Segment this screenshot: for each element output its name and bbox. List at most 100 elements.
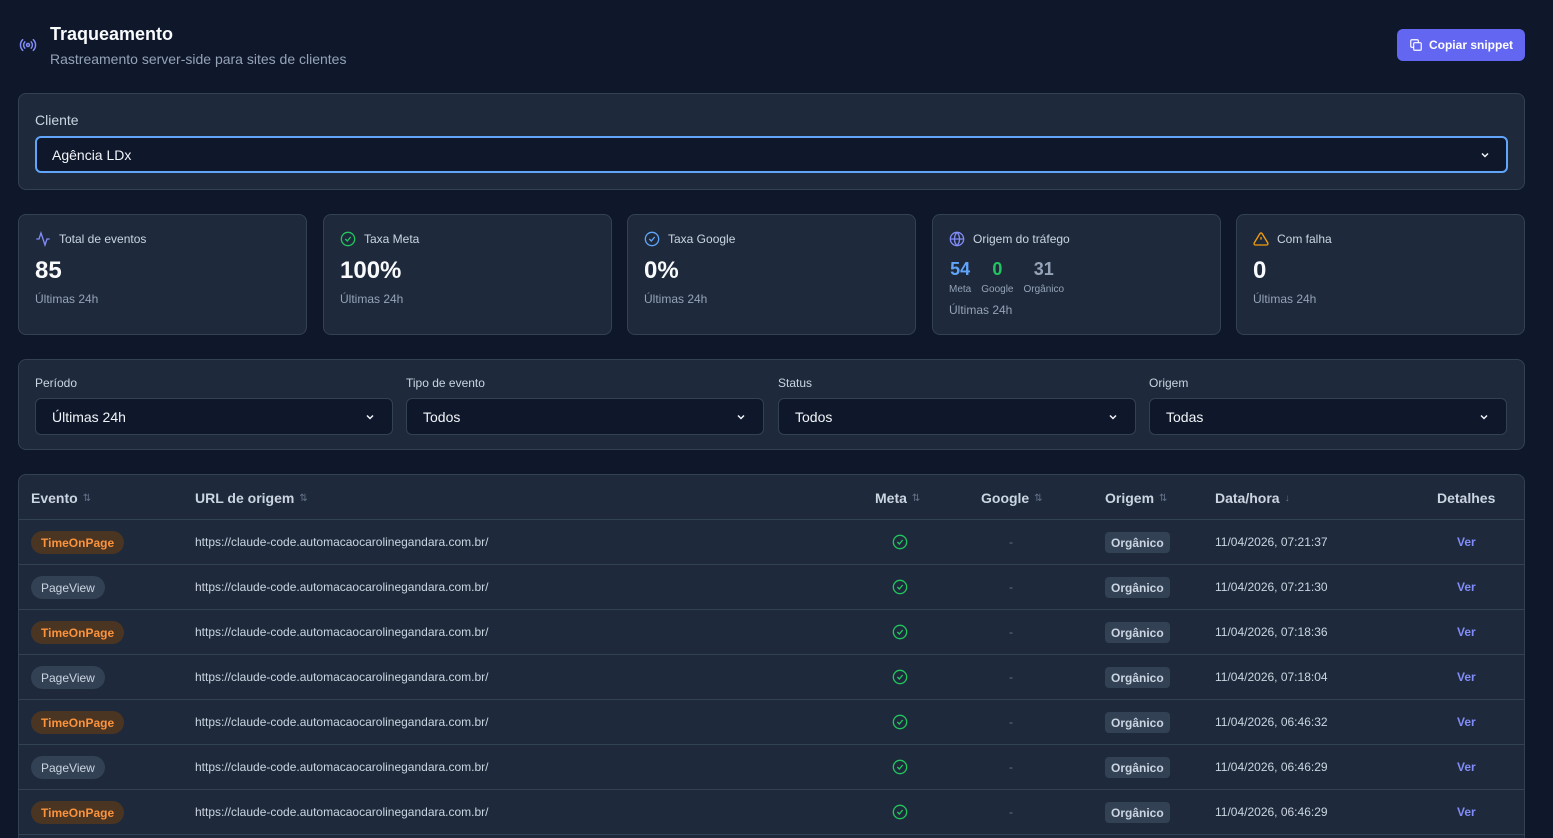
stat-sub: Últimas 24h [340,292,404,306]
view-details-link[interactable]: Ver [1457,760,1476,774]
stat-meta-rate: Taxa Meta 100% Últimas 24h [323,214,612,335]
event-datetime: 11/04/2026, 06:46:29 [1215,760,1328,774]
chevron-down-icon [366,414,374,420]
check-circle-icon [644,231,660,247]
sort-icon: ⇅ [1034,492,1043,504]
event-badge: PageView [31,756,105,779]
source-url: https://claude-code.automacaocarolinegan… [195,805,489,819]
table-row: PageView https://claude-code.automacaocar… [19,655,1524,700]
client-select-value: Agência LDx [52,146,132,163]
source-url: https://claude-code.automacaocarolinegan… [195,625,489,639]
event-badge: TimeOnPage [31,621,125,644]
chevron-down-icon [737,414,745,420]
google-status: - [1009,535,1013,549]
event-datetime: 11/04/2026, 06:46:29 [1215,805,1328,819]
stat-value: 85 [35,257,62,284]
source-url: https://claude-code.automacaocarolinegan… [195,535,489,549]
warning-triangle-icon [1253,232,1269,246]
google-status: - [1009,715,1013,729]
stat-sub: Últimas 24h [35,292,99,306]
traffic-organic-value: 31 [1033,259,1054,279]
google-status: - [1009,805,1013,819]
stat-sub: Últimas 24h [1253,292,1317,306]
copy-snippet-label: Copiar snippet [1428,38,1513,52]
column-google[interactable]: Google ⇅ [981,490,1043,506]
event-badge: PageView [31,666,105,689]
sort-icon: ⇅ [1159,492,1168,504]
stat-traffic-origin: Origem do tráfego 54 Meta 0 Google 31 Or… [932,214,1221,335]
filter-label: Status [778,376,813,390]
traffic-google-value: 0 [992,259,1003,279]
select-value: Todas [1166,408,1204,425]
google-status: - [1009,580,1013,594]
stat-google-rate: Taxa Google 0% Últimas 24h [627,214,916,335]
check-circle-icon [340,231,356,247]
filter-label: Período [35,376,78,390]
event-type-select[interactable]: Todos [406,398,764,435]
column-meta[interactable]: Meta ⇅ [875,490,920,506]
check-circle-icon [892,669,908,685]
stat-label: Taxa Google [668,232,736,246]
sort-icon: ⇅ [299,492,308,504]
column-origin[interactable]: Origem ⇅ [1105,490,1167,506]
client-label: Cliente [35,112,79,128]
google-status: - [1009,625,1013,639]
page-header: Traqueamento Rastreamento server-side pa… [18,22,1525,72]
filter-event-type: Tipo de evento Todos [406,376,764,435]
client-select[interactable]: Agência LDx [35,136,1508,173]
page-subtitle: Rastreamento server-side para sites de c… [50,51,347,67]
status-select[interactable]: Todos [778,398,1136,435]
copy-icon [1410,39,1422,51]
view-details-link[interactable]: Ver [1457,580,1476,594]
view-details-link[interactable]: Ver [1457,715,1476,729]
event-badge: PageView [31,576,105,599]
client-card: Cliente Agência LDx [18,93,1525,190]
sort-icon: ⇅ [911,492,921,504]
source-url: https://claude-code.automacaocarolinegan… [195,670,489,684]
view-details-link[interactable]: Ver [1457,625,1476,639]
check-circle-icon [892,759,908,775]
traffic-organic-label: Orgânico [1023,284,1065,295]
origin-badge: Orgânico [1105,712,1170,733]
period-select[interactable]: Últimas 24h [35,398,393,435]
table-row: TimeOnPage https://claude-code.automacaoc… [19,610,1524,655]
column-url[interactable]: URL de origem ⇅ [195,490,308,506]
stat-label: Com falha [1277,232,1332,246]
filters-card: Período Últimas 24h Tipo de evento Todos… [18,359,1525,450]
activity-icon [36,231,50,247]
chevron-down-icon [1480,414,1488,420]
view-details-link[interactable]: Ver [1457,535,1476,549]
table-row: TimeOnPage https://claude-code.automacaoc… [19,520,1524,565]
filter-label: Tipo de evento [406,376,485,390]
traffic-google-label: Google [981,284,1014,295]
source-url: https://claude-code.automacaocarolinegan… [195,580,489,594]
traffic-meta-label: Meta [949,284,972,295]
event-badge: TimeOnPage [31,531,125,554]
filter-origin: Origem Todas [1149,376,1507,435]
event-badge: TimeOnPage [31,801,125,824]
event-badge: TimeOnPage [31,711,125,734]
origin-badge: Orgânico [1105,577,1170,598]
stat-total-events: Total de eventos 85 Últimas 24h [18,214,307,335]
column-details: Detalhes [1437,490,1496,506]
chevron-down-icon [1481,152,1489,158]
origin-badge: Orgânico [1105,622,1170,643]
copy-snippet-button[interactable]: Copiar snippet [1397,29,1525,61]
check-circle-icon [892,804,908,820]
event-datetime: 11/04/2026, 07:21:30 [1215,580,1328,594]
column-datetime[interactable]: Data/hora ↓ [1215,490,1290,506]
origin-select[interactable]: Todas [1149,398,1507,435]
table-row: PageView https://claude-code.automacaocar… [19,745,1524,790]
select-value: Todos [423,408,461,425]
view-details-link[interactable]: Ver [1457,670,1476,684]
check-circle-icon [892,579,908,595]
origin-badge: Orgânico [1105,532,1170,553]
filter-label: Origem [1149,376,1189,390]
stat-sub: Últimas 24h [949,303,1013,317]
column-event[interactable]: Evento ⇅ [31,490,91,506]
view-details-link[interactable]: Ver [1457,805,1476,819]
google-status: - [1009,760,1013,774]
stat-failed: Com falha 0 Últimas 24h [1236,214,1525,335]
filter-status: Status Todos [778,376,1136,435]
origin-badge: Orgânico [1105,802,1170,823]
